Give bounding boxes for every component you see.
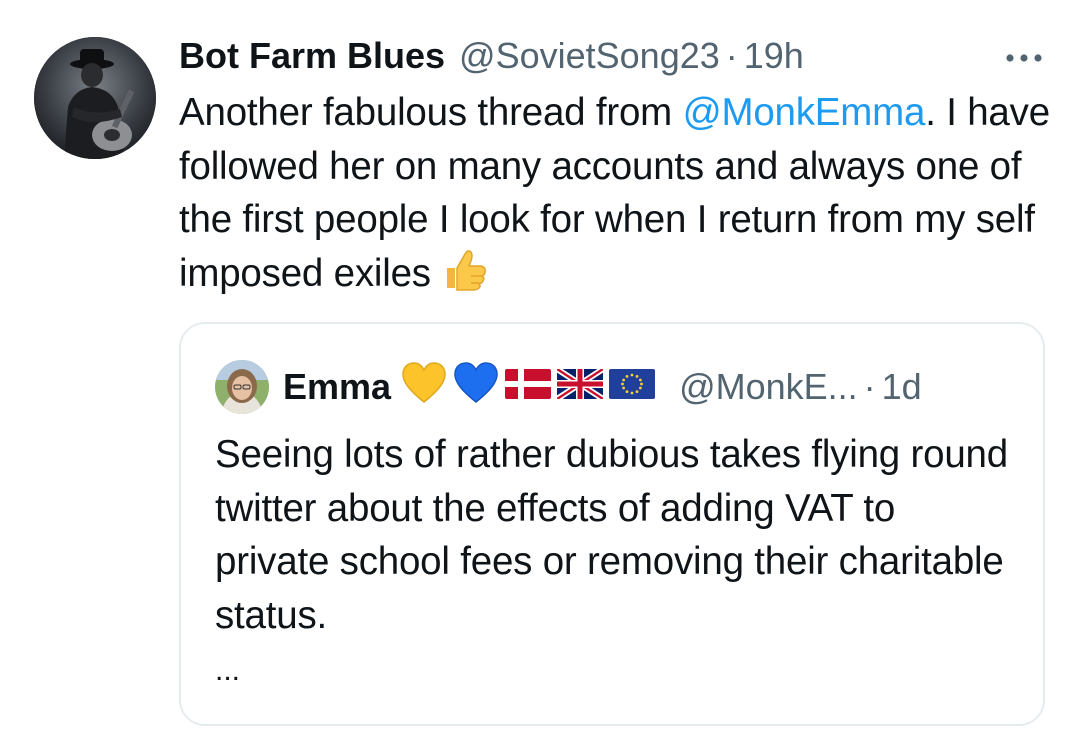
tweet-text: Another fabulous thread from @MonkEmma. … xyxy=(179,86,1059,306)
tweet-text-part1: Another fabulous thread from xyxy=(179,91,683,134)
tweet[interactable]: Bot Farm Blues @SovietSong23 · 19h Anoth… xyxy=(0,0,1078,729)
blue-heart-emoji xyxy=(453,361,499,413)
user-handle[interactable]: @SovietSong23 xyxy=(459,34,720,78)
separator-dot: · xyxy=(725,35,738,76)
more-options-button[interactable] xyxy=(997,40,1051,76)
quoted-tweet[interactable]: Emma @MonkE... · 1d Seeing lots of rathe… xyxy=(179,322,1045,726)
quoted-user-handle: @MonkE... xyxy=(679,366,858,407)
denmark-flag-emoji xyxy=(505,366,552,408)
quoted-display-name: Emma xyxy=(283,366,392,407)
uk-flag-emoji xyxy=(555,366,605,408)
eu-flag-emoji xyxy=(609,366,656,408)
mention-link[interactable]: @MonkEmma xyxy=(683,91,926,134)
display-name[interactable]: Bot Farm Blues xyxy=(179,34,445,78)
quoted-tweet-text: Seeing lots of rather dubious takes flyi… xyxy=(215,433,1008,637)
quoted-timestamp: 1d xyxy=(881,366,922,407)
thumbs-up-emoji xyxy=(441,248,487,307)
quoted-separator-dot: · xyxy=(863,366,876,407)
timestamp[interactable]: 19h xyxy=(744,34,804,78)
quoted-tweet-truncation: ... xyxy=(215,654,241,687)
quoted-tweet-header: Emma @MonkE... · 1d xyxy=(215,360,922,414)
tweet-header: Bot Farm Blues @SovietSong23 · 19h xyxy=(179,34,804,84)
avatar[interactable] xyxy=(34,37,156,159)
yellow-heart-emoji xyxy=(401,361,447,413)
more-horizontal-icon xyxy=(1006,54,1042,62)
avatar-image xyxy=(34,37,156,159)
quoted-avatar xyxy=(215,360,269,414)
